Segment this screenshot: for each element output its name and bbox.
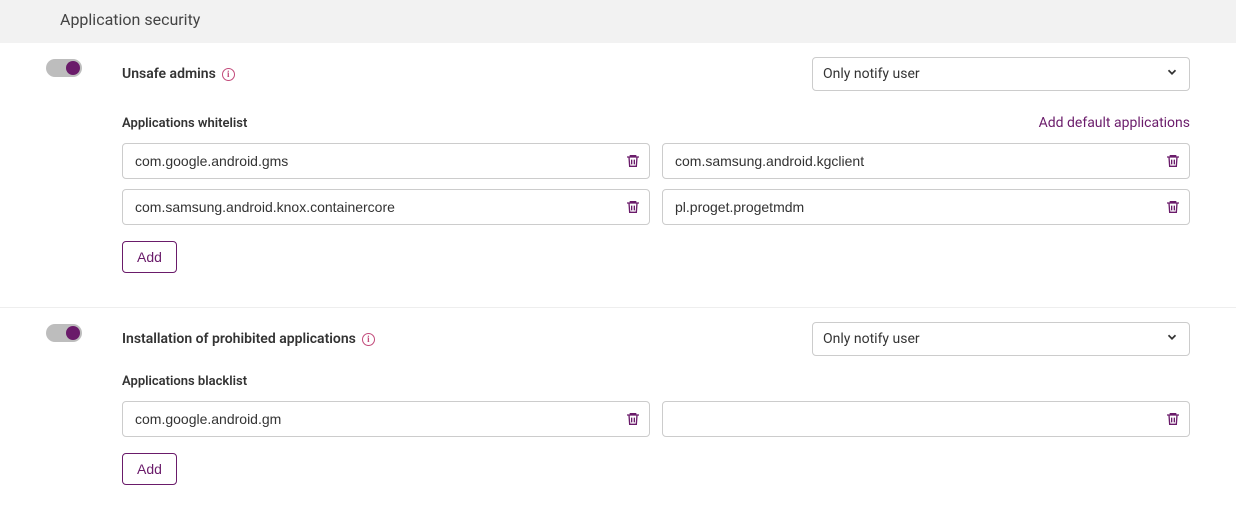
unsafe-admins-label: Unsafe admins [122, 66, 216, 82]
whitelist-input[interactable] [662, 143, 1190, 179]
trash-icon[interactable] [1164, 410, 1182, 428]
toggle-knob [66, 326, 80, 340]
whitelist-label: Applications whitelist [122, 116, 247, 131]
prohibited-apps-action-select[interactable]: Only notify user [812, 322, 1190, 356]
trash-icon[interactable] [624, 198, 642, 216]
trash-icon[interactable] [624, 410, 642, 428]
whitelist-input[interactable] [122, 143, 650, 179]
add-default-applications-link[interactable]: Add default applications [1039, 115, 1190, 131]
trash-icon[interactable] [1164, 198, 1182, 216]
chevron-down-icon [1165, 330, 1179, 348]
whitelist-add-button[interactable]: Add [122, 241, 177, 273]
info-icon[interactable]: i [362, 333, 375, 346]
select-value: Only notify user [823, 66, 920, 82]
prohibited-apps-label: Installation of prohibited applications [122, 331, 356, 347]
whitelist-input[interactable] [662, 189, 1190, 225]
unsafe-admins-toggle[interactable] [46, 59, 82, 77]
trash-icon[interactable] [1164, 152, 1182, 170]
unsafe-admins-action-select[interactable]: Only notify user [812, 57, 1190, 91]
blacklist-input[interactable] [122, 401, 650, 437]
prohibited-apps-toggle[interactable] [46, 324, 82, 342]
info-icon[interactable]: i [222, 68, 235, 81]
trash-icon[interactable] [624, 152, 642, 170]
select-value: Only notify user [823, 331, 920, 347]
blacklist-add-button[interactable]: Add [122, 453, 177, 485]
whitelist-input[interactable] [122, 189, 650, 225]
toggle-knob [66, 61, 80, 75]
blacklist-label: Applications blacklist [122, 374, 247, 389]
chevron-down-icon [1165, 65, 1179, 83]
section-title: Application security [0, 0, 1236, 43]
blacklist-input[interactable] [662, 401, 1190, 437]
